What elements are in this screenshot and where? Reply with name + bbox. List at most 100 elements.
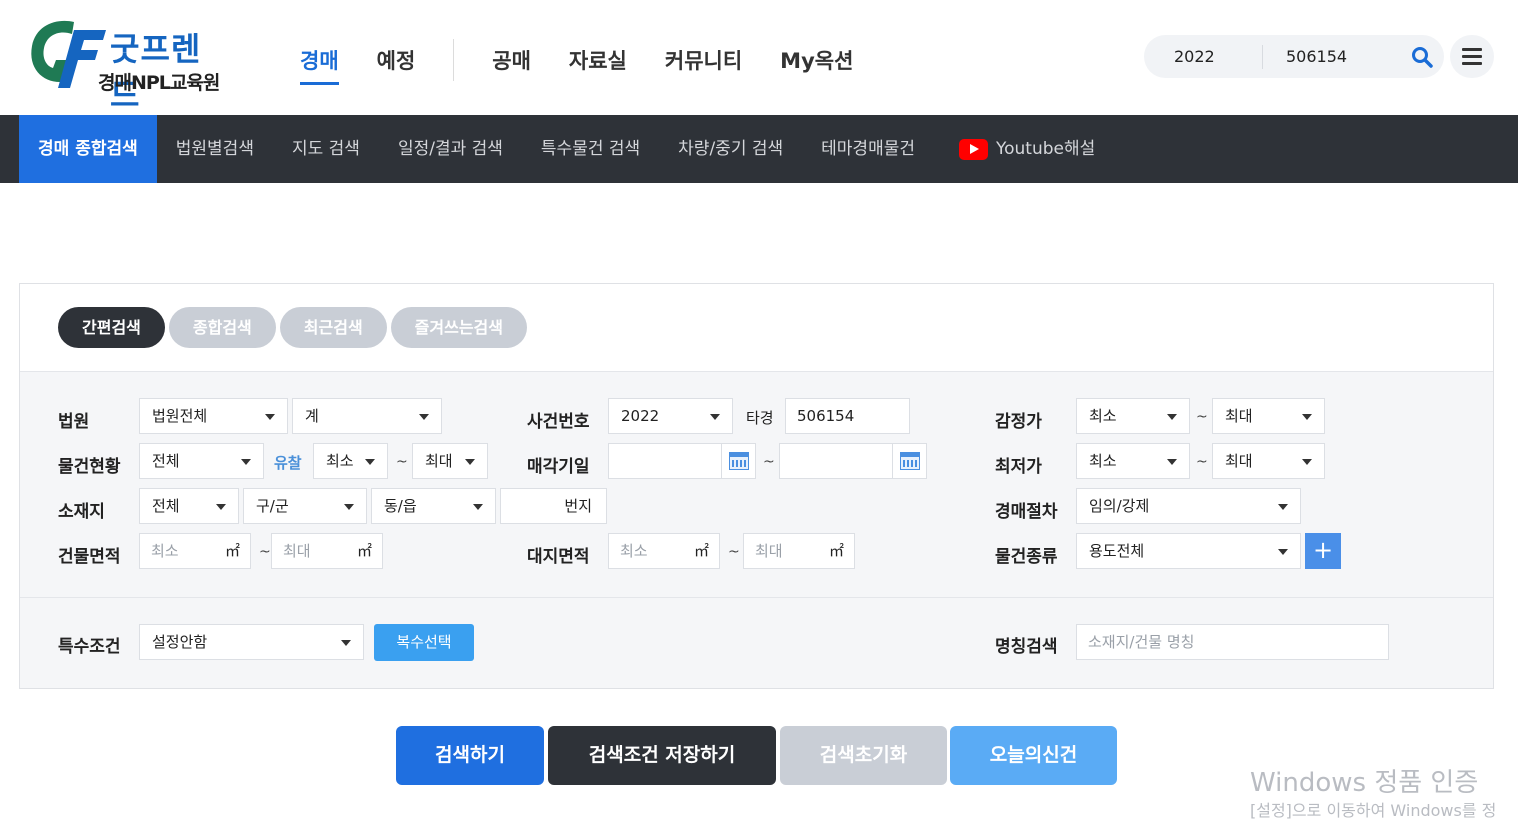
building-area-min-input[interactable]: 최소 ㎡ [139, 533, 251, 569]
subnav-youtube[interactable]: Youtube해설 [934, 115, 1114, 183]
gf-logo-icon [31, 20, 106, 88]
gnb-community[interactable]: 커뮤니티 [665, 45, 742, 75]
sqm-unit: ㎡ [356, 542, 372, 560]
tab-recent-search[interactable]: 최근검색 [279, 307, 387, 348]
bunji-input[interactable]: 번지 [500, 488, 607, 524]
location-dong-select[interactable]: 동/읍 [371, 488, 496, 524]
youtube-label: Youtube해설 [996, 139, 1096, 159]
search-divider [1262, 45, 1263, 69]
tab-integrated-search[interactable]: 종합검색 [168, 307, 276, 348]
land-area-max-input[interactable]: 최대 ㎡ [743, 533, 855, 569]
land-area-max-placeholder: 최대 [755, 542, 783, 560]
item-type-select[interactable]: 용도전체 [1076, 533, 1301, 569]
search-tabs: 간편검색 종합검색 최근검색 즐겨쓰는검색 [58, 307, 531, 348]
tab-favorite-search[interactable]: 즐겨쓰는검색 [390, 307, 527, 348]
status-select[interactable]: 전체 [139, 443, 264, 479]
status-label: 물건현황 [58, 457, 121, 477]
hamburger-menu-icon[interactable] [1450, 35, 1494, 78]
appraisal-max-select[interactable]: 최대 [1212, 398, 1325, 434]
procedure-select[interactable]: 임의/강제 [1076, 488, 1301, 524]
location-gugun-select[interactable]: 구/군 [243, 488, 367, 524]
appraisal-min-select[interactable]: 최소 [1076, 398, 1190, 434]
today-new-button[interactable]: 오늘의신건 [950, 726, 1117, 785]
fail-count-label: 유찰 [274, 454, 302, 472]
logo[interactable]: 굿프렌드 경매NPL교육원 [28, 16, 228, 114]
search-number-input[interactable]: 506154 [1286, 47, 1347, 66]
special-label: 특수조건 [58, 637, 121, 657]
search-panel: 간편검색 종합검색 최근검색 즐겨쓰는검색 법원 법원전체 계 물건현황 전체 … [19, 283, 1494, 689]
fail-min-select[interactable]: 최소 [313, 443, 388, 479]
gnb-library[interactable]: 자료실 [569, 45, 627, 75]
procedure-label: 경매절차 [995, 502, 1058, 522]
search-form: 법원 법원전체 계 물건현황 전체 유찰 최소 ~ 최대 소재지 전체 구/군 … [20, 371, 1493, 598]
land-area-label: 대지면적 [527, 547, 590, 567]
gnb-my-auction[interactable]: My옥션 [780, 45, 853, 75]
sale-date-start-input[interactable] [608, 443, 756, 479]
fail-max-select[interactable]: 최대 [412, 443, 488, 479]
court-label: 법원 [58, 412, 90, 432]
range-tilde: ~ [1196, 454, 1208, 470]
land-area-min-input[interactable]: 최소 ㎡ [608, 533, 720, 569]
tab-simple-search[interactable]: 간편검색 [58, 307, 165, 348]
calendar-icon[interactable] [721, 444, 755, 478]
subnav-schedule-search[interactable]: 일정/결과 검색 [379, 115, 522, 183]
case-year-select[interactable]: 2022 [608, 398, 733, 434]
subnav-special-search[interactable]: 특수물건 검색 [522, 115, 659, 183]
item-type-label: 물건종류 [995, 547, 1058, 567]
logo-subtitle: 경매NPL교육원 [98, 72, 220, 94]
sale-date-end-input[interactable] [779, 443, 927, 479]
header-search: 2022 506154 [1144, 35, 1444, 78]
case-number-label: 사건번호 [527, 412, 590, 432]
name-search-input[interactable]: 소재지/건물 명칭 [1076, 624, 1389, 660]
search-form-extra: 특수조건 설정안함 복수선택 명칭검색 소재지/건물 명칭 [20, 598, 1493, 688]
reset-button[interactable]: 검색초기화 [780, 726, 947, 785]
sqm-unit: ㎡ [828, 542, 844, 560]
global-nav: 경매 예정 공매 자료실 커뮤니티 My옥션 [300, 39, 891, 85]
windows-activation-subtext: [설정]으로 이동하여 Windows를 정 [1250, 801, 1497, 820]
special-select[interactable]: 설정안함 [139, 624, 364, 660]
header: 굿프렌드 경매NPL교육원 경매 예정 공매 자료실 커뮤니티 My옥션 202… [0, 0, 1518, 115]
save-conditions-button[interactable]: 검색조건 저장하기 [548, 726, 776, 785]
gnb-public-sale[interactable]: 공매 [492, 45, 531, 75]
gnb-upcoming[interactable]: 예정 [377, 45, 416, 75]
sale-date-label: 매각기일 [527, 457, 590, 477]
name-search-label: 명칭검색 [995, 637, 1058, 657]
sub-nav: 경매 종합검색 법원별검색 지도 검색 일정/결과 검색 특수물건 검색 차량/… [0, 115, 1518, 183]
range-tilde: ~ [763, 454, 775, 470]
search-button[interactable]: 검색하기 [396, 726, 544, 785]
subnav-integrated-search[interactable]: 경매 종합검색 [19, 115, 157, 183]
sqm-unit: ㎡ [224, 542, 240, 560]
add-item-type-button[interactable]: + [1305, 533, 1341, 569]
building-area-min-placeholder: 최소 [151, 542, 179, 560]
range-tilde: ~ [259, 544, 271, 560]
sqm-unit: ㎡ [693, 542, 709, 560]
gnb-auction[interactable]: 경매 [300, 45, 339, 85]
land-area-min-placeholder: 최소 [620, 542, 648, 560]
gnb-divider [453, 39, 455, 81]
court-branch-select[interactable]: 계 [292, 398, 442, 434]
search-icon[interactable] [1410, 45, 1434, 69]
search-year-input[interactable]: 2022 [1174, 47, 1215, 66]
building-area-max-placeholder: 최대 [283, 542, 311, 560]
appraisal-label: 감정가 [995, 412, 1042, 432]
case-number-input[interactable]: 506154 [785, 398, 910, 434]
case-type-label: 타경 [746, 409, 774, 427]
calendar-icon[interactable] [892, 444, 926, 478]
building-area-label: 건물면적 [58, 547, 121, 567]
court-select[interactable]: 법원전체 [139, 398, 288, 434]
subnav-theme-items[interactable]: 테마경매물건 [802, 115, 934, 183]
min-price-min-select[interactable]: 최소 [1076, 443, 1190, 479]
range-tilde: ~ [1196, 409, 1208, 425]
windows-activation-watermark: Windows 정품 인증 [1250, 768, 1479, 798]
range-tilde: ~ [396, 454, 408, 470]
min-price-max-select[interactable]: 최대 [1212, 443, 1325, 479]
location-sido-select[interactable]: 전체 [139, 488, 239, 524]
subnav-court-search[interactable]: 법원별검색 [157, 115, 273, 183]
youtube-icon [959, 138, 988, 160]
location-label: 소재지 [58, 502, 105, 522]
range-tilde: ~ [728, 544, 740, 560]
multi-select-button[interactable]: 복수선택 [374, 624, 474, 661]
subnav-vehicle-search[interactable]: 차량/중기 검색 [659, 115, 802, 183]
building-area-max-input[interactable]: 최대 ㎡ [271, 533, 383, 569]
subnav-map-search[interactable]: 지도 검색 [273, 115, 379, 183]
